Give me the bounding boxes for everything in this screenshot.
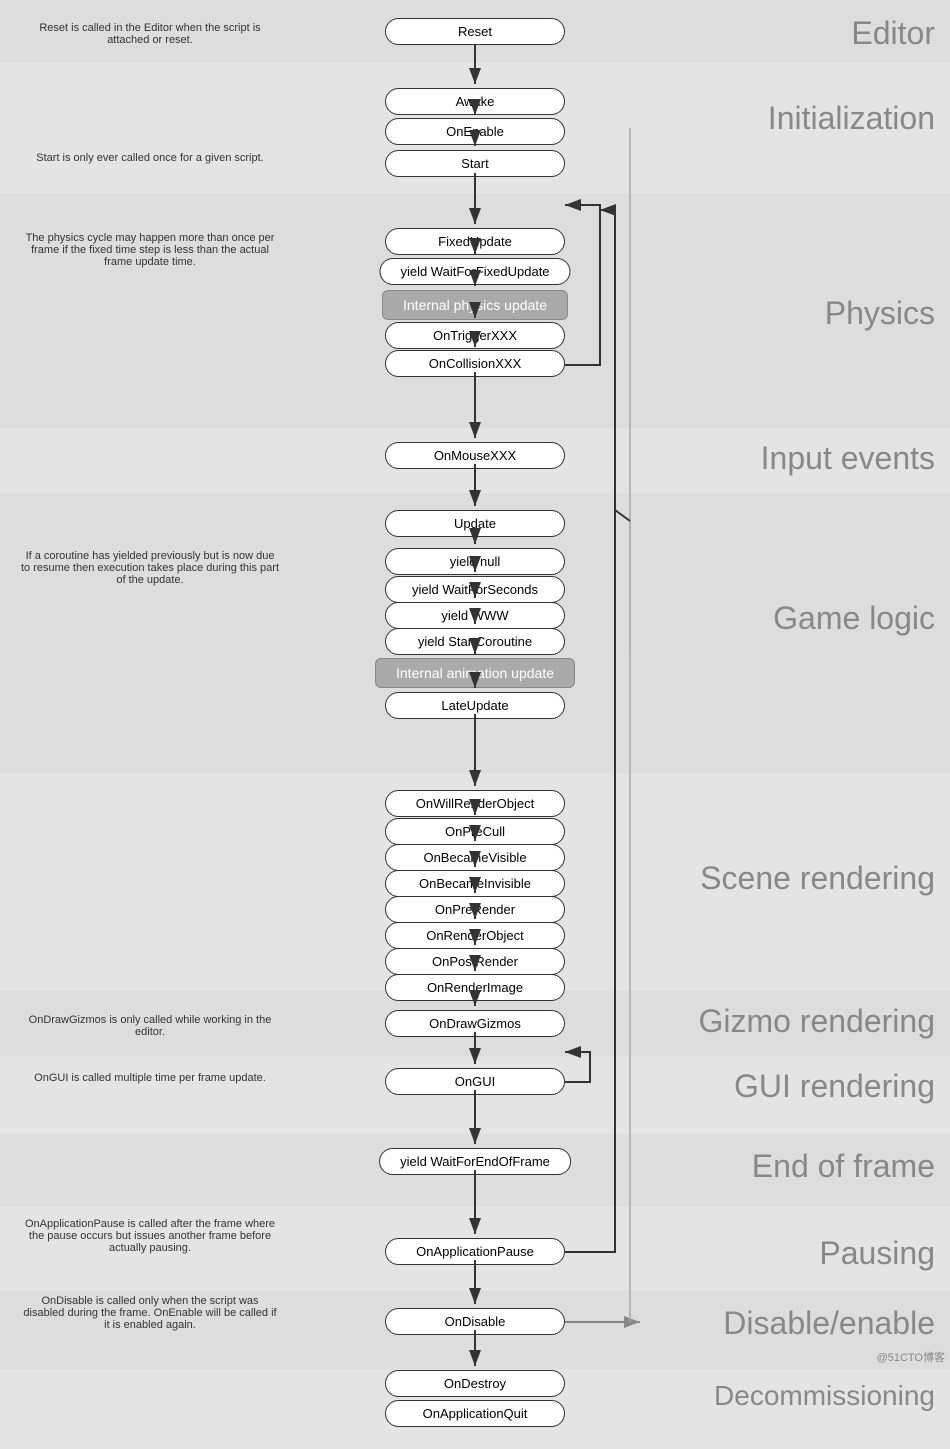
label-input: Input events bbox=[761, 440, 935, 477]
label-endframe: End of frame bbox=[752, 1148, 935, 1185]
node-onrenderobject: OnRenderObject bbox=[385, 922, 565, 949]
node-yieldwaitforseconds: yield WaitForSeconds bbox=[385, 576, 565, 603]
label-initialization: Initialization bbox=[768, 100, 935, 137]
node-internalanimation: Internal animation update bbox=[375, 658, 575, 688]
node-onenable: OnEnable bbox=[385, 118, 565, 145]
label-physics: Physics bbox=[825, 295, 935, 332]
label-gamelogic: Game logic bbox=[773, 600, 935, 637]
node-ondisable: OnDisable bbox=[385, 1308, 565, 1335]
node-lateupdate: LateUpdate bbox=[385, 692, 565, 719]
node-onapplicationquit: OnApplicationQuit bbox=[385, 1400, 565, 1427]
node-onprecull: OnPreCull bbox=[385, 818, 565, 845]
label-editor: Editor bbox=[851, 15, 935, 52]
node-onpostrender: OnPostRender bbox=[385, 948, 565, 975]
annotation-start: Start is only ever called once for a giv… bbox=[20, 152, 280, 164]
annotation-pause: OnApplicationPause is called after the f… bbox=[20, 1218, 280, 1254]
node-yieldwaitforfixedupdate: yield WaitForFixedUpdate bbox=[379, 258, 570, 285]
node-onbecamevisible: OnBecameVisible bbox=[385, 844, 565, 871]
node-ontriggerxxx: OnTriggerXXX bbox=[385, 322, 565, 349]
annotation-reset: Reset is called in the Editor when the s… bbox=[20, 22, 280, 46]
node-onwillrenderobject: OnWillRenderObject bbox=[385, 790, 565, 817]
node-reset: Reset bbox=[385, 18, 565, 45]
label-disable: Disable/enable bbox=[723, 1305, 935, 1342]
node-fixedupdate: FixedUpdate bbox=[385, 228, 565, 255]
annotation-ongui: OnGUI is called multiple time per frame … bbox=[20, 1072, 280, 1084]
node-awake: Awake bbox=[385, 88, 565, 115]
node-internalphysics: Internal physics update bbox=[382, 290, 568, 320]
diagram-container: Editor Initialization Physics Input even… bbox=[0, 0, 950, 1370]
node-oncollisionxxx: OnCollisionXXX bbox=[385, 350, 565, 377]
annotation-drawgizmos: OnDrawGizmos is only called while workin… bbox=[20, 1014, 280, 1038]
label-scene: Scene rendering bbox=[700, 860, 935, 897]
label-gizmo: Gizmo rendering bbox=[698, 1003, 935, 1040]
node-yieldnull: yield null bbox=[385, 548, 565, 575]
node-onmousexxx: OnMouseXXX bbox=[385, 442, 565, 469]
node-onapplicationpause: OnApplicationPause bbox=[385, 1238, 565, 1265]
node-ondrawgizmos: OnDrawGizmos bbox=[385, 1010, 565, 1037]
node-ongui: OnGUI bbox=[385, 1068, 565, 1095]
node-yieldwaitforendofframe: yield WaitForEndOfFrame bbox=[379, 1148, 571, 1175]
label-pausing: Pausing bbox=[819, 1235, 935, 1272]
node-onprerender: OnPreRender bbox=[385, 896, 565, 923]
annotation-physics: The physics cycle may happen more than o… bbox=[20, 232, 280, 268]
node-onbecameinvisible: OnBecameInvisible bbox=[385, 870, 565, 897]
annotation-coroutine: If a coroutine has yielded previously bu… bbox=[20, 550, 280, 586]
node-start: Start bbox=[385, 150, 565, 177]
label-decommission: Decommissioning bbox=[714, 1380, 935, 1412]
node-update: Update bbox=[385, 510, 565, 537]
node-onrenderimage: OnRenderImage bbox=[385, 974, 565, 1001]
node-yieldstartcoroutine: yield StartCoroutine bbox=[385, 628, 565, 655]
node-ondestroy: OnDestroy bbox=[385, 1370, 565, 1397]
watermark: @51CTO博客 bbox=[877, 1349, 945, 1365]
label-gui: GUI rendering bbox=[734, 1068, 935, 1105]
node-yieldwww: yield WWW bbox=[385, 602, 565, 629]
annotation-disable: OnDisable is called only when the script… bbox=[20, 1295, 280, 1331]
